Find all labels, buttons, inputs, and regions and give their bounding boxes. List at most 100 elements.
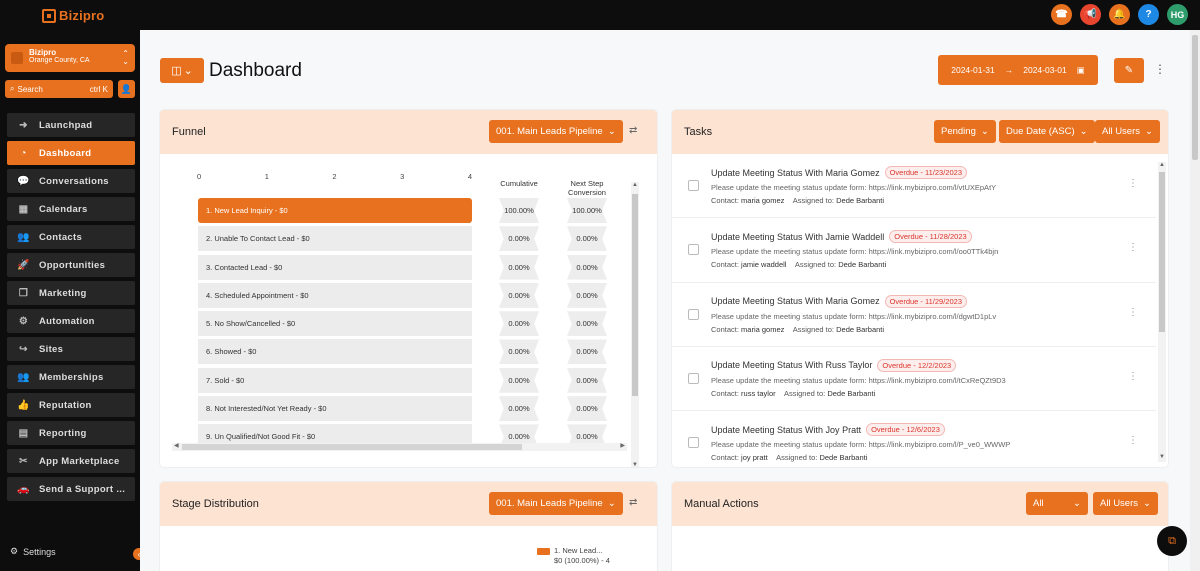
chevron-down-icon: ⌄ [1073,498,1081,509]
scroll-down-icon[interactable]: ▼ [1158,454,1166,460]
funnel-stage[interactable]: 3. Contacted Lead - $0 [198,254,472,280]
more-options-icon[interactable]: ⋮ [1128,371,1138,382]
funnel-pipeline-select[interactable]: 001. Main Leads Pipeline ⌄ [489,120,623,143]
task-link[interactable]: https://link.mybizipro.com/l/dgwtD1pLv [869,312,997,321]
edit-dashboard-button[interactable]: ✎ [1114,58,1144,83]
task-checkbox[interactable] [688,437,699,449]
help-icon[interactable]: ? [1138,4,1159,25]
user-avatar[interactable]: HG [1167,4,1188,25]
settings-label: Settings [23,546,56,557]
swap-icon[interactable]: ⇄ [629,125,637,136]
task-row[interactable]: Update Meeting Status With Joy Pratt Over… [672,411,1156,467]
funnel-stage[interactable]: 5. No Show/Cancelled - $0 [198,311,472,337]
task-list: Update Meeting Status With Maria Gomez Ov… [672,154,1156,467]
sidebar-item-memberships[interactable]: 👥 Memberships [7,365,135,389]
page-scrollbar[interactable] [1190,30,1200,571]
funnel-stage[interactable]: 8. Not Interested/Not Yet Ready - $0 [198,396,472,422]
search-button[interactable]: ⌕ Search ctrl K [5,80,113,98]
scroll-thumb[interactable] [632,194,638,396]
task-title[interactable]: Update Meeting Status With Jamie Waddell [711,232,884,242]
sidebar-item-conversations[interactable]: 💬 Conversations [7,169,135,193]
task-row[interactable]: Update Meeting Status With Russ Taylor Ov… [672,347,1156,412]
next-step-value: 0.00% [567,311,607,337]
task-contact[interactable]: russ taylor [741,389,776,398]
sidebar-item-label: Automation [39,315,95,327]
swap-icon[interactable]: ⇄ [629,497,637,508]
brand-logo[interactable]: Bizipro [42,8,104,23]
task-row[interactable]: Update Meeting Status With Maria Gomez Ov… [672,154,1156,219]
funnel-horizontal-scrollbar[interactable]: ◀ ▶ [172,443,627,451]
stage-distribution-title: Stage Distribution [172,498,259,510]
scroll-right-icon[interactable]: ▶ [620,442,625,449]
account-switcher[interactable]: Bizipro Orange County, CA ⌃ ⌄ [5,44,135,72]
sidebar-item-contacts[interactable]: 👥 Contacts [7,225,135,249]
sidebar-item-marketing[interactable]: ❐ Marketing [7,281,135,305]
task-title[interactable]: Update Meeting Status With Maria Gomez [711,168,880,178]
more-options-icon[interactable]: ⋮ [1154,62,1166,76]
task-row[interactable]: Update Meeting Status With Jamie Waddell… [672,218,1156,283]
task-contact[interactable]: jamie waddell [741,260,786,269]
phone-icon[interactable]: ☎ [1051,4,1072,25]
task-checkbox[interactable] [688,308,699,320]
task-users-filter[interactable]: All Users ⌄ [1095,120,1160,143]
task-meta: Contact: jamie waddell Assigned to: Dede… [711,260,886,269]
scroll-up-icon[interactable]: ▲ [631,182,639,188]
task-link[interactable]: https://link.mybizipro.com/l/P_ve0_WWWP [869,440,1011,449]
scroll-down-icon[interactable]: ▼ [631,462,639,467]
funnel-stage[interactable]: 4. Scheduled Appointment - $0 [198,282,472,308]
manual-actions-users-filter[interactable]: All Users ⌄ [1093,492,1158,515]
sidebar-item-automation[interactable]: ⚙ Automation [7,309,135,333]
logo-mark-icon [42,8,56,23]
task-row[interactable]: Update Meeting Status With Maria Gomez Ov… [672,283,1156,347]
task-status-filter[interactable]: Pending ⌄ [934,120,996,143]
scroll-up-icon[interactable]: ▲ [1158,162,1166,168]
more-options-icon[interactable]: ⋮ [1128,307,1138,318]
scroll-thumb[interactable] [1192,35,1198,160]
sidebar-item-app-marketplace[interactable]: ✂ App Marketplace [7,449,135,473]
task-checkbox[interactable] [688,180,699,191]
sidebar-item-reputation[interactable]: 👍 Reputation [7,393,135,417]
more-options-icon[interactable]: ⋮ [1128,435,1138,446]
more-options-icon[interactable]: ⋮ [1128,178,1138,189]
scroll-left-icon[interactable]: ◀ [174,442,179,449]
search-icon: ⌕ [10,84,15,93]
scroll-thumb[interactable] [1159,172,1165,332]
funnel-stage[interactable]: 1. New Lead Inquiry - $0 [198,198,472,223]
task-title[interactable]: Update Meeting Status With Joy Pratt [711,425,861,435]
manual-actions-type-filter[interactable]: All ⌄ [1026,492,1088,515]
funnel-stage[interactable]: 2. Unable To Contact Lead - $0 [198,226,472,252]
scroll-thumb[interactable] [182,444,522,450]
megaphone-icon[interactable]: 📢 [1080,4,1101,25]
task-title[interactable]: Update Meeting Status With Russ Taylor [711,360,872,370]
sidebar-item-calendars[interactable]: ▦ Calendars [7,197,135,221]
sidebar-item-dashboard[interactable]: ◔ Dashboard [7,141,135,165]
task-link[interactable]: https://link.mybizipro.com/l/tCxReQZt9D3 [869,376,1006,385]
task-link[interactable]: https://link.mybizipro.com/l/vtUXEpAtY [869,183,997,192]
task-sort-filter[interactable]: Due Date (ASC) ⌄ [999,120,1095,143]
task-checkbox[interactable] [688,372,699,384]
chat-widget-button[interactable]: ⧉ [1157,526,1187,556]
task-link[interactable]: https://link.mybizipro.com/l/oo0TTk4bjn [869,247,999,256]
sidebar-item-launchpad[interactable]: ➜ Launchpad [7,113,135,137]
task-title[interactable]: Update Meeting Status With Maria Gomez [711,296,880,306]
sidebar-item-sites[interactable]: ↪ Sites [7,337,135,361]
tasks-scrollbar[interactable]: ▲ ▼ [1158,162,1166,462]
task-contact[interactable]: maria gomez [741,325,784,334]
sidebar-item-send-a-support[interactable]: 🚗 Send a Support ... [7,477,135,501]
more-options-icon[interactable]: ⋮ [1128,242,1138,253]
funnel-stage[interactable]: 6. Showed - $0 [198,339,472,365]
funnel-vertical-scrollbar[interactable]: ▲ ▼ [631,182,639,467]
sidebar-item-reporting[interactable]: ▤ Reporting [7,421,135,445]
settings-link[interactable]: ⚙ Settings [10,546,56,557]
layout-switcher-button[interactable]: ◫ ⌄ [160,58,204,83]
task-checkbox[interactable] [688,244,699,256]
sidebar-item-opportunities[interactable]: 🚀 Opportunities [7,253,135,277]
stage-pipeline-select[interactable]: 001. Main Leads Pipeline ⌄ [489,492,623,515]
funnel-stage[interactable]: 7. Sold - $0 [198,367,472,393]
account-location: Orange County, CA [29,57,90,64]
date-range-picker[interactable]: 2024-01-31 → 2024-03-01 ▣ [938,55,1098,85]
bell-icon[interactable]: 🔔 [1109,4,1130,25]
task-contact[interactable]: maria gomez [741,196,784,205]
user-profile-button[interactable]: 👤 [118,80,135,98]
task-contact[interactable]: joy pratt [741,453,768,462]
